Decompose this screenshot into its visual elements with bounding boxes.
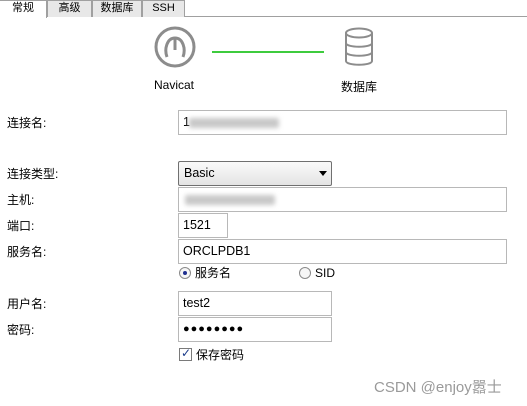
save-password-label: 保存密码 xyxy=(196,348,245,362)
tab-bar: 常规 高级 数据库 SSH xyxy=(0,0,527,18)
connection-line xyxy=(212,51,324,53)
radio-selected-icon xyxy=(179,267,191,279)
database-icon xyxy=(345,27,373,66)
password-label: 密码: xyxy=(7,323,35,337)
password-input[interactable]: ●●●●●●●● xyxy=(178,317,332,342)
watermark-text: CSDN @enjoy嚣士 xyxy=(374,379,502,396)
tab-databases[interactable]: 数据库 xyxy=(92,0,142,17)
dropdown-arrow-icon xyxy=(319,171,327,176)
connection-name-label: 连接名: xyxy=(7,116,47,130)
connection-type-label: 连接类型: xyxy=(7,167,59,181)
database-label: 数据库 xyxy=(341,80,378,94)
host-input[interactable] xyxy=(178,187,507,212)
redacted-mask xyxy=(189,118,279,128)
redacted-mask xyxy=(185,195,275,205)
username-label: 用户名: xyxy=(7,297,47,311)
connection-type-value: Basic xyxy=(184,166,215,180)
connection-type-select[interactable]: Basic xyxy=(178,161,332,186)
checkbox-box: ✓ xyxy=(179,346,192,361)
service-name-label: 服务名: xyxy=(7,245,47,259)
radio-sid-label: SID xyxy=(315,266,336,280)
checkmark-icon: ✓ xyxy=(181,346,192,360)
port-input[interactable]: 1521 xyxy=(178,213,228,238)
host-label: 主机: xyxy=(7,193,35,207)
tab-general[interactable]: 常规 xyxy=(0,0,47,18)
radio-service-name-label: 服务名 xyxy=(195,266,232,280)
connection-name-input[interactable]: 1 xyxy=(178,110,507,135)
port-label: 端口: xyxy=(7,219,35,233)
navicat-logo-icon xyxy=(154,26,196,68)
username-input[interactable]: test2 xyxy=(178,291,332,316)
service-name-input[interactable]: ORCLPDB1 xyxy=(178,239,507,264)
tab-ssh[interactable]: SSH xyxy=(142,0,185,17)
radio-unselected-icon xyxy=(299,267,311,279)
navicat-label: Navicat xyxy=(154,78,195,92)
tab-advanced[interactable]: 高级 xyxy=(47,0,92,17)
